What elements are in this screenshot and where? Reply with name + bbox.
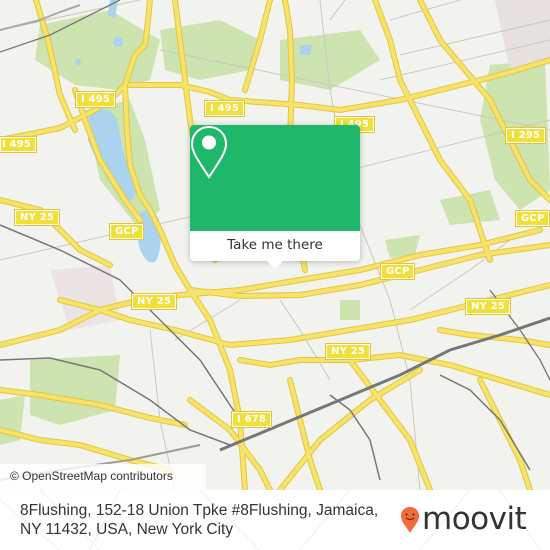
park-area — [280, 30, 380, 90]
route-shield-i495: I 495 — [203, 100, 246, 117]
route-shield-gcp: GCP — [379, 263, 416, 280]
map-attribution[interactable]: © OpenStreetMap contributors — [0, 464, 206, 490]
route-shield-i678: I 678 — [230, 411, 273, 428]
moovit-pin-logo-icon — [401, 507, 419, 533]
route-shield-i295: I 295 — [504, 127, 547, 144]
map-pin-icon — [190, 125, 228, 179]
popup-header — [190, 125, 360, 231]
park-area — [160, 20, 260, 80]
pond — [300, 45, 312, 55]
address-text: 8Flushing, 152-18 Union Tpke #8Flushing,… — [20, 502, 379, 538]
route-shield-gcp: GCP — [108, 223, 145, 240]
footer: 8Flushing, 152-18 Union Tpke #8Flushing,… — [0, 490, 550, 550]
route-shield-i495: I 495 — [74, 91, 117, 108]
route-shield-ny25: NY 25 — [324, 343, 372, 360]
moovit-logo[interactable]: moovit — [398, 501, 538, 538]
brand-name: moovit — [422, 501, 527, 537]
popup-pointer — [267, 261, 283, 269]
map-view[interactable]: I 495 I 495 I 495 I 495 I 295 NY 25 GCP … — [0, 0, 550, 490]
pool — [75, 59, 81, 65]
park-small — [340, 300, 360, 320]
route-shield-ny25: NY 25 — [13, 209, 61, 226]
route-shield-ny25: NY 25 — [130, 293, 178, 310]
route-shield-gcp: GCP — [514, 210, 550, 227]
route-shield-i495: I 495 — [0, 136, 38, 153]
take-me-there-button[interactable]: Take me there — [190, 231, 360, 261]
park-southwest — [30, 355, 120, 425]
location-popup: Take me there — [190, 125, 360, 269]
fountain-pool — [113, 37, 123, 47]
route-shield-ny25: NY 25 — [464, 298, 512, 315]
